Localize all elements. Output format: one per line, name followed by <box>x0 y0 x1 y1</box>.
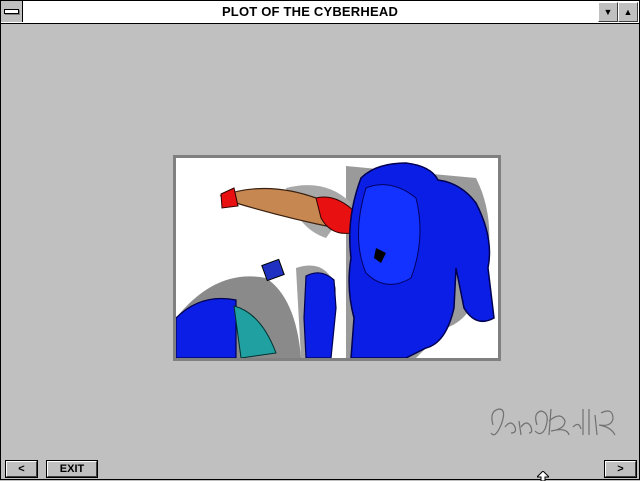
cyber-torso-shape <box>358 184 421 285</box>
system-menu-icon <box>4 9 19 14</box>
cyber-arm-shape <box>303 272 337 358</box>
title-bar: PLOT OF THE CYBERHEAD ▼ ▲ <box>1 1 639 24</box>
maximize-button[interactable]: ▲ <box>618 2 638 22</box>
cyberhead-illustration <box>173 155 501 361</box>
previous-button[interactable]: < <box>5 460 38 478</box>
window-title: PLOT OF THE CYBERHEAD <box>221 4 399 19</box>
minimize-button[interactable]: ▼ <box>598 2 618 22</box>
exit-button[interactable]: EXIT <box>46 460 98 478</box>
blue-object-shape <box>176 297 237 358</box>
system-menu-button[interactable] <box>1 1 23 22</box>
small-device-shape <box>261 258 285 282</box>
illustration-drawing <box>176 162 495 358</box>
exit-label: EXIT <box>59 463 85 475</box>
next-button[interactable]: > <box>604 460 637 478</box>
previous-arrow-icon: < <box>18 463 25 475</box>
app-window: PLOT OF THE CYBERHEAD ▼ ▲ < EXIT > <box>0 0 640 481</box>
next-arrow-icon: > <box>617 463 624 475</box>
minimize-icon: ▼ <box>603 7 613 17</box>
artist-signature <box>490 408 616 436</box>
maximize-icon: ▲ <box>623 7 633 17</box>
shoe-shape <box>220 187 239 209</box>
signature-stroke <box>490 408 616 436</box>
